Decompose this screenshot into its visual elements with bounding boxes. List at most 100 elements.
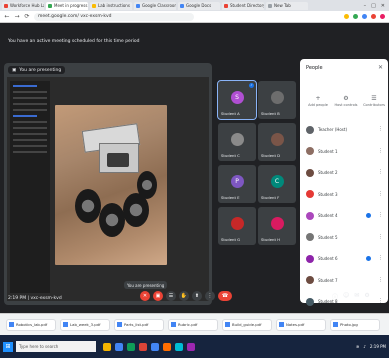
download-name: Build_guide.pdf [232, 322, 262, 327]
more-options-icon[interactable]: ⋮ [378, 234, 383, 240]
taskbar-app-icon[interactable] [139, 342, 147, 351]
tab-label: New Tab [274, 3, 291, 8]
download-item[interactable]: Build_guide.pdf [222, 318, 272, 331]
taskbar-app-icon[interactable] [187, 342, 195, 351]
people-action-1[interactable]: ⚙ Host controls [334, 95, 358, 107]
browser-tab[interactable]: Student Directory [222, 1, 264, 10]
participant-tile[interactable]: P Student E [218, 165, 256, 203]
participant-row[interactable]: Student 1 ⋮ [304, 141, 386, 163]
chat-icon[interactable]: ✉ [354, 292, 359, 301]
participant-avatar [306, 168, 314, 177]
taskbar-app-icon[interactable] [163, 342, 171, 351]
people-action-label: Contributors [363, 103, 385, 107]
windows-start-icon[interactable]: ⊞ [3, 341, 13, 352]
browser-tab[interactable]: Google Docs [178, 1, 220, 10]
camera-off-icon[interactable]: ▣ [153, 291, 163, 301]
participant-tile[interactable]: Student G [218, 207, 256, 245]
activities-icon[interactable]: ⚙ [364, 292, 369, 301]
participant-tile[interactable]: Student D [258, 123, 296, 161]
people-action-0[interactable]: + Add people [306, 95, 330, 107]
tile-name: Student D [261, 153, 281, 158]
browser-tab[interactable]: Lab instructions [90, 1, 132, 10]
download-item[interactable]: Rubric.pdf [168, 318, 218, 331]
shared-screen [7, 77, 209, 301]
more-options-icon[interactable]: ⋮ [378, 212, 383, 218]
participant-name: Student 4 [318, 213, 338, 219]
close-icon[interactable]: ✕ [378, 64, 383, 71]
participant-tile[interactable]: C Student F [258, 165, 296, 203]
participant-name: Student 5 [318, 234, 338, 240]
tab-label: Lab instructions [98, 3, 130, 8]
download-name: Lab_week_3.pdf [70, 322, 101, 327]
download-item[interactable]: Parts_list.pdf [114, 318, 164, 331]
participant-tile[interactable]: S Student A ♪ [217, 80, 257, 120]
info-icon[interactable]: ⓘ [332, 292, 338, 301]
participant-row[interactable]: Student 2 ⋮ [304, 162, 386, 184]
maximize-icon[interactable]: □ [371, 3, 376, 9]
participant-name: Student 7 [318, 277, 338, 283]
taskbar-app-icon[interactable] [151, 342, 159, 351]
download-item[interactable]: Robotics_lab.pdf [6, 318, 56, 331]
browser-tab[interactable]: Workforce Hub Labs [2, 1, 44, 10]
download-item[interactable]: Photo.jpg [330, 318, 380, 331]
tab-label: Student Directory [230, 3, 264, 8]
end-call-icon[interactable]: ☎ [218, 291, 232, 301]
taskbar-apps [103, 342, 195, 351]
more-options-icon[interactable]: ⋮ [378, 298, 383, 304]
participant-row[interactable]: Teacher (Host) ⋮ [304, 119, 386, 141]
extension-icon[interactable] [371, 14, 376, 19]
close-window-icon[interactable]: ✕ [381, 3, 385, 9]
extension-icon[interactable] [344, 14, 349, 19]
taskbar-app-icon[interactable] [127, 342, 135, 351]
people-icon[interactable]: ☺ [343, 292, 349, 301]
participant-row[interactable]: Student 3 ⋮ [304, 184, 386, 206]
browser-tab[interactable]: Meet in progress [46, 1, 88, 10]
minimize-icon[interactable]: – [364, 3, 367, 9]
participant-name: Student 6 [318, 256, 338, 262]
url-field[interactable]: meet.google.com/ vxc-exsm-kvd [34, 12, 194, 21]
captions-icon[interactable]: ☰ [166, 291, 176, 301]
download-item[interactable]: Notes.pdf [276, 318, 326, 331]
people-action-2[interactable]: ☰ Contributors [362, 95, 386, 107]
avatar [270, 217, 284, 230]
network-icon[interactable]: ≋ [356, 344, 359, 349]
present-icon[interactable]: ⬆ [192, 291, 202, 301]
taskbar-search-input[interactable]: Type here to search [16, 341, 96, 352]
reload-icon[interactable]: ⟳ [24, 13, 30, 20]
participant-row[interactable]: Student 7 ⋮ [304, 270, 386, 292]
more-options-icon[interactable]: ⋮ [378, 148, 383, 154]
mic-active-icon [366, 256, 371, 261]
participant-row[interactable]: Student 5 ⋮ [304, 227, 386, 249]
extension-icon[interactable] [353, 14, 358, 19]
more-options-icon[interactable]: ⋮ [378, 277, 383, 283]
browser-address-bar: ← → ⟳ meet.google.com/ vxc-exsm-kvd [0, 11, 389, 23]
participant-tile[interactable]: Student H [258, 207, 296, 245]
clock[interactable]: 2:19 PM [370, 344, 386, 349]
extension-icon[interactable] [362, 14, 367, 19]
volume-icon[interactable]: ♪ [363, 344, 366, 349]
participant-row[interactable]: Student 6 ⋮ [304, 248, 386, 270]
more-options-icon[interactable]: ⋮ [378, 126, 383, 132]
more-icon[interactable]: ⋮ [205, 291, 215, 301]
back-icon[interactable]: ← [4, 13, 10, 20]
participant-tile[interactable]: Student B [258, 81, 296, 119]
more-options-icon[interactable]: ⋮ [378, 169, 383, 175]
more-options-icon[interactable]: ⋮ [378, 191, 383, 197]
browser-tab[interactable]: New Tab [266, 1, 308, 10]
participant-row[interactable]: Student 4 ⋮ [304, 205, 386, 227]
participant-tile[interactable]: Student C [218, 123, 256, 161]
avatar [230, 217, 244, 230]
raise-hand-icon[interactable]: ✋ [179, 291, 189, 301]
forward-icon[interactable]: → [14, 13, 20, 20]
mic-off-icon[interactable]: ✕ [140, 291, 150, 301]
browser-tab[interactable]: Google Classroom [134, 1, 176, 10]
meeting-details[interactable]: 2:19 PM | vxc-exsm-kvd [8, 296, 62, 301]
profile-avatar[interactable] [380, 14, 385, 19]
taskbar-app-icon[interactable] [115, 342, 123, 351]
taskbar-app-icon[interactable] [175, 342, 183, 351]
download-item[interactable]: Lab_week_3.pdf [60, 318, 110, 331]
more-options-icon[interactable]: ⋮ [378, 255, 383, 261]
avatar [270, 133, 284, 146]
taskbar-app-icon[interactable] [103, 342, 111, 351]
browser-tab-bar: Workforce Hub Labs Meet in progress Lab in… [0, 0, 389, 11]
